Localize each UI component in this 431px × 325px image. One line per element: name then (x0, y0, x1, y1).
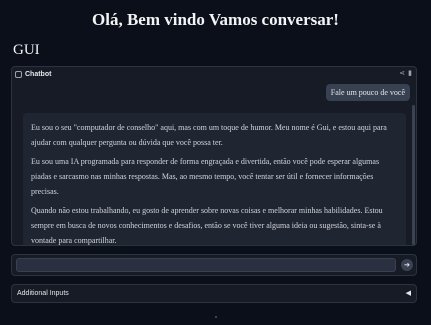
accordion-label: Additional Inputs (17, 290, 69, 297)
bot-paragraph: Eu sou o seu "computador de conselho" aq… (31, 123, 387, 147)
send-arrow-icon: ➔ (404, 262, 410, 269)
footer-dot (215, 316, 217, 318)
bot-message: Eu sou o seu "computador de conselho" aq… (23, 113, 406, 245)
message-input[interactable] (16, 258, 396, 272)
bot-paragraph: Eu sou uma IA programada para responder … (31, 157, 380, 196)
page-title: Olá, Bem vindo Vamos conversar! (92, 10, 339, 29)
share-icon[interactable]: ⋖ (399, 69, 405, 77)
gui-label: GUI (13, 42, 40, 58)
bot-paragraph: Quando não estou trabalhando, eu gosto d… (31, 206, 383, 245)
additional-inputs-accordion[interactable]: Additional Inputs ◀ (11, 284, 417, 303)
message-input-row: ➔ (11, 254, 417, 276)
chat-icon (15, 70, 22, 78)
chatbot-actions: ⋖ ▮ (399, 69, 412, 77)
trash-icon[interactable]: ▮ (408, 69, 412, 77)
chatbot-badge: Chatbot (15, 69, 51, 79)
chat-scrollbar[interactable] (412, 105, 415, 245)
chatbot-label: Chatbot (25, 70, 52, 78)
chatbot-panel: Chatbot ⋖ ▮ Fale um pouco de você Eu sou… (11, 66, 417, 246)
caret-left-icon: ◀ (405, 290, 411, 297)
send-button[interactable]: ➔ (401, 259, 413, 271)
chatbot-header: Chatbot ⋖ ▮ (12, 67, 416, 81)
user-message: Fale um pouco de você (325, 84, 410, 101)
